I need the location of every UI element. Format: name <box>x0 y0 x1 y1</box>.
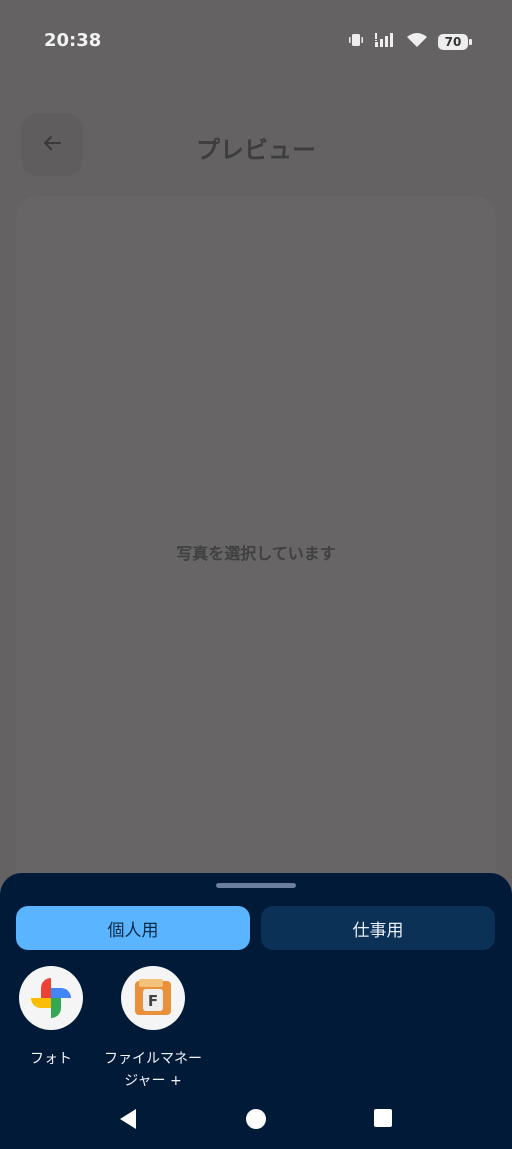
nav-recents-button[interactable] <box>373 1108 393 1132</box>
vibrate-icon <box>348 32 364 52</box>
navigation-bar <box>0 1090 512 1149</box>
google-photos-icon <box>19 966 83 1030</box>
svg-text:F: F <box>148 992 158 1010</box>
app-label-file-manager: ファイルマネージャー + <box>104 1051 202 1089</box>
back-triangle-icon <box>118 1109 138 1134</box>
home-circle-icon <box>245 1109 267 1134</box>
tab-work[interactable]: 仕事用 <box>261 906 495 950</box>
app-label-photos: フォト <box>30 1051 72 1067</box>
signal-icon <box>374 32 396 52</box>
app-item-photos[interactable]: フォト <box>1 966 101 1070</box>
nav-home-button[interactable] <box>245 1108 267 1134</box>
status-bar: 20:38 70 <box>0 0 512 80</box>
page-title: プレビュー <box>196 136 316 164</box>
sheet-drag-handle[interactable] <box>216 883 296 888</box>
app-item-file-manager[interactable]: F ファイルマネージャー + <box>103 966 203 1092</box>
wifi-icon <box>406 32 428 52</box>
tab-personal[interactable]: 個人用 <box>16 906 250 950</box>
battery-icon: 70 <box>438 34 472 50</box>
nav-back-button[interactable] <box>118 1108 138 1134</box>
preview-card: 写真を選択しています <box>16 196 496 896</box>
status-icons: 70 <box>348 32 472 52</box>
recents-square-icon <box>373 1109 393 1132</box>
status-time: 20:38 <box>44 30 102 51</box>
preview-loading-text: 写真を選択しています <box>176 544 336 563</box>
file-manager-icon: F <box>121 966 185 1030</box>
